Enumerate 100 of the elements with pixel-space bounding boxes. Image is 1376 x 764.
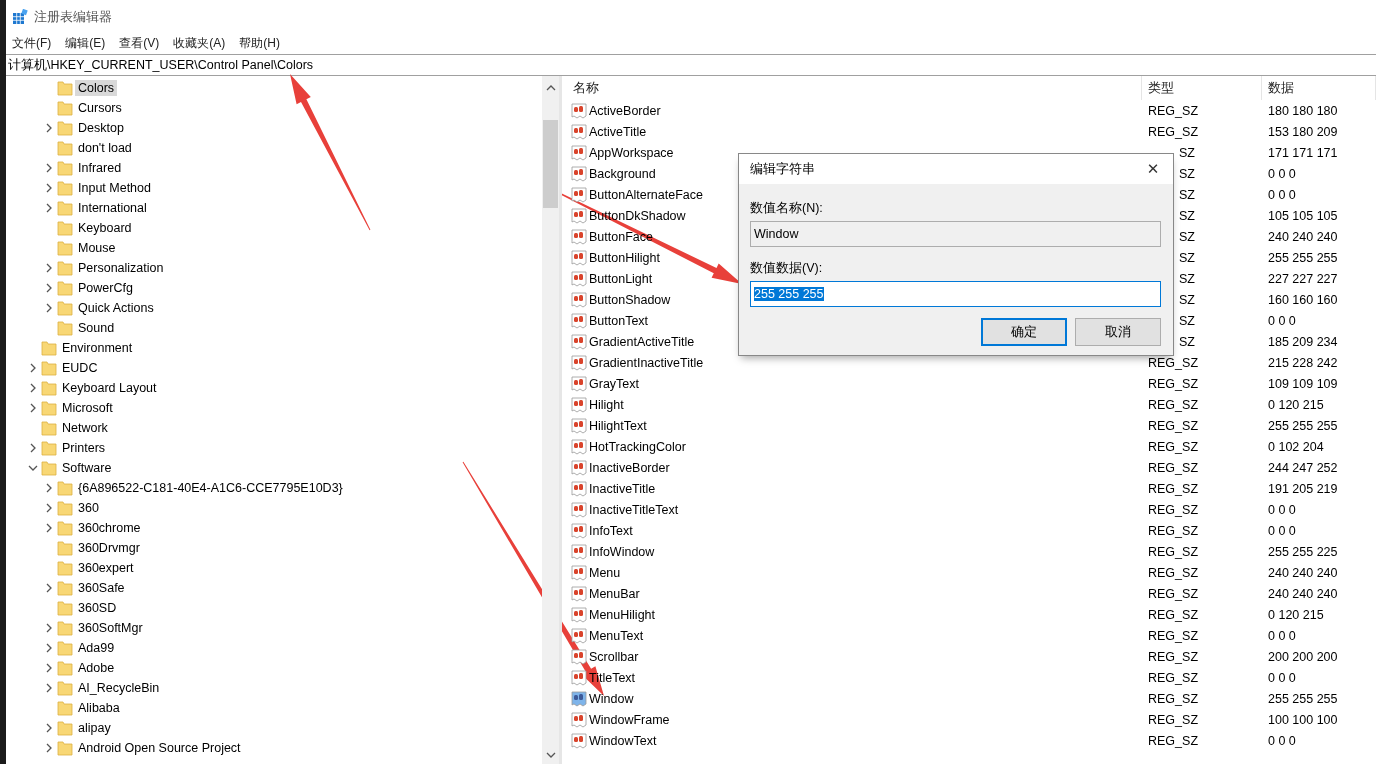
tree-item[interactable]: PowerCfg (75, 280, 136, 296)
column-header[interactable]: 数据 (1262, 76, 1376, 100)
column-header[interactable]: 类型 (1142, 76, 1262, 100)
table-cell: REG_SZ (1148, 502, 1198, 517)
value-name[interactable]: WindowText (589, 733, 657, 748)
value-name[interactable]: HilightText (589, 418, 647, 433)
value-name[interactable]: MenuText (589, 628, 644, 643)
value-name[interactable]: ButtonShadow (589, 292, 671, 307)
folder-icon (57, 480, 73, 496)
tree-item[interactable]: Keyboard (75, 220, 135, 236)
folder-icon (57, 620, 73, 636)
value-name[interactable]: ButtonAlternateFace (589, 187, 703, 202)
tree-item[interactable]: 360Drvmgr (75, 540, 143, 556)
table-cell-text: 105 105 105 (1267, 208, 1339, 223)
tree-item[interactable]: International (75, 200, 150, 216)
tree-item[interactable]: Infrared (75, 160, 125, 176)
table-cell-text: 0 0 0 (1267, 733, 1297, 748)
close-button[interactable]: ✕ (1133, 154, 1173, 184)
value-name[interactable]: InfoText (589, 523, 633, 538)
tree-item[interactable]: EUDC (59, 360, 101, 376)
table-cell: SZ (1179, 292, 1195, 307)
value-name[interactable]: Hilight (589, 397, 624, 412)
tree-item[interactable]: 360 (75, 500, 102, 516)
value-name[interactable]: WindowFrame (589, 712, 670, 727)
value-name[interactable]: MenuBar (589, 586, 640, 601)
tree-item[interactable]: Cursors (75, 100, 125, 116)
tree-item[interactable]: Desktop (75, 120, 127, 136)
command-category[interactable]: 编辑(E) (65, 34, 106, 52)
value-name[interactable]: Menu (589, 565, 621, 580)
dialog-button[interactable]: 取消 (1075, 318, 1161, 346)
tree-item[interactable]: {6A896522-C181-40E4-A1C6-CCE7795E10D3} (75, 480, 346, 496)
tree-item[interactable]: Environment (59, 340, 136, 356)
tree-item[interactable]: Network (59, 420, 111, 436)
tree-item[interactable]: don't load (75, 140, 135, 156)
folder-icon (57, 560, 73, 576)
value-name[interactable]: GradientInactiveTitle (589, 355, 704, 370)
value-name[interactable]: GrayText (589, 376, 639, 391)
value-name[interactable]: MenuHilight (589, 607, 655, 622)
table-cell-text: 0 0 0 (1267, 187, 1297, 202)
value-name[interactable]: AppWorkspace (589, 145, 674, 160)
tree-item[interactable]: Alibaba (75, 700, 123, 716)
scrollbar[interactable] (542, 76, 559, 764)
tree-item[interactable]: Microsoft (59, 400, 116, 416)
tree-item[interactable]: Keyboard Layout (59, 380, 160, 396)
table-cell-text: 0 0 0 (1267, 523, 1297, 538)
table-cell-text: 255 255 225 (1267, 544, 1339, 559)
tree-item[interactable]: alipay (75, 720, 114, 736)
tree-item[interactable]: 360SoftMgr (75, 620, 146, 636)
tree-item[interactable]: Printers (59, 440, 109, 456)
input-field[interactable]: Window (750, 221, 1161, 247)
tree-item[interactable]: 360Safe (75, 580, 128, 596)
value-name[interactable]: ActiveBorder (589, 103, 661, 118)
address-bar[interactable]: 计算机\HKEY_CURRENT_USER\Control Panel\Colors (6, 54, 1376, 76)
value-name[interactable]: InactiveTitle (589, 481, 656, 496)
tree-item[interactable]: Input Method (75, 180, 154, 196)
value-name[interactable]: GradientActiveTitle (589, 334, 695, 349)
tree-item[interactable]: Adobe (75, 660, 118, 676)
tree-item[interactable]: Colors (75, 80, 118, 96)
dialog-title: 编辑字符串 (750, 160, 815, 178)
column-header[interactable]: 名称 (567, 76, 1142, 100)
value-name[interactable]: HotTrackingColor (589, 439, 686, 454)
tree-item[interactable]: Sound (75, 320, 118, 336)
command-category[interactable]: 收藏夹(A) (173, 34, 226, 52)
value-name[interactable]: InactiveBorder (589, 460, 670, 475)
value-name[interactable]: InactiveTitleText (589, 502, 679, 517)
dialog-button[interactable]: 确定 (981, 318, 1067, 346)
tree-item[interactable]: Mouse (75, 240, 119, 256)
tree-item[interactable]: 360SD (75, 600, 120, 616)
scroll-thumb[interactable] (543, 120, 558, 208)
folder-icon (41, 400, 57, 416)
folder-icon (57, 580, 73, 596)
value-name[interactable]: Background (589, 166, 656, 181)
value-name[interactable]: ButtonText (589, 313, 649, 328)
value-name[interactable]: InfoWindow (589, 544, 655, 559)
tree-item[interactable]: 360expert (75, 560, 137, 576)
tree-item[interactable]: Android Open Source Project (75, 740, 244, 756)
input-field[interactable]: 255 255 255 (750, 281, 1161, 307)
table-cell: REG_SZ (1148, 418, 1198, 433)
value-name[interactable]: ButtonHilight (589, 250, 660, 265)
tree-item[interactable]: Quick Actions (75, 300, 157, 316)
value-name[interactable]: Scrollbar (589, 649, 639, 664)
command-category[interactable]: 文件(F) (12, 34, 52, 52)
command-category[interactable]: 查看(V) (119, 34, 160, 52)
value-name[interactable]: ButtonLight (589, 271, 653, 286)
table-cell-text: 185 209 234 (1267, 334, 1339, 349)
folder-icon (57, 100, 73, 116)
tree-item[interactable]: AI_RecycleBin (75, 680, 163, 696)
tree-item[interactable]: Software (59, 460, 115, 476)
command-category[interactable]: 帮助(H) (239, 34, 280, 52)
tree-item[interactable]: 360chrome (75, 520, 144, 536)
registry-app-icon (12, 9, 28, 25)
table-cell: REG_SZ (1148, 565, 1198, 580)
table-cell-text: 0 0 0 (1267, 313, 1297, 328)
tree-item[interactable]: Personalization (75, 260, 167, 276)
table-cell: REG_SZ (1148, 628, 1198, 643)
tree-item[interactable]: Ada99 (75, 640, 118, 656)
value-name[interactable]: ActiveTitle (589, 124, 647, 139)
value-name[interactable]: Window (589, 691, 634, 706)
table-cell-text: 255 255 255 (1267, 418, 1339, 433)
folder-icon (57, 160, 73, 176)
